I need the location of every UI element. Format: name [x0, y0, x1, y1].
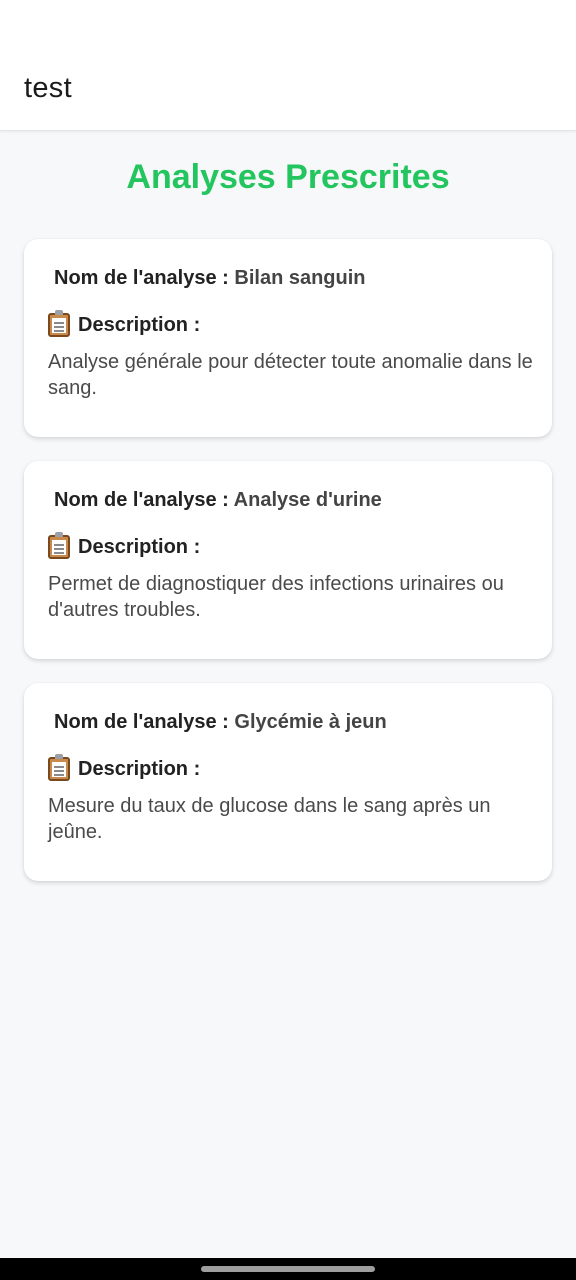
- description-text: Mesure du taux de glucose dans le sang a…: [48, 795, 491, 843]
- description-header: Description :: [48, 310, 201, 337]
- description-label: Description :: [78, 757, 201, 780]
- description-header: Description :: [48, 532, 201, 559]
- analysis-card: Nom de l'analyse : Glycémie à jeun Descr…: [24, 683, 552, 881]
- app-bar: test: [0, 0, 576, 131]
- clipboard-icon: [48, 754, 70, 781]
- description-label: Description :: [78, 535, 201, 558]
- screen: test Analyses Prescrites Nom de l'analys…: [0, 0, 576, 1280]
- home-gesture-handle[interactable]: [201, 1266, 375, 1272]
- analysis-name-label: Nom de l'analyse :: [54, 489, 229, 511]
- description-header: Description :: [48, 754, 201, 781]
- analysis-name-value: Analyse d'urine: [233, 489, 382, 511]
- app-title: test: [24, 72, 72, 104]
- analysis-card: Nom de l'analyse : Bilan sanguin Descrip…: [24, 239, 552, 437]
- analysis-name-line: Nom de l'analyse : Analyse d'urine: [54, 489, 382, 512]
- analysis-name-value: Glycémie à jeun: [234, 711, 387, 733]
- description-text: Permet de diagnostiquer des infections u…: [48, 573, 504, 621]
- analysis-card: Nom de l'analyse : Analyse d'urine Descr…: [24, 461, 552, 659]
- clipboard-icon: [48, 532, 70, 559]
- description-text: Analyse générale pour détecter toute ano…: [48, 351, 533, 399]
- clipboard-icon: [48, 310, 70, 337]
- analysis-name-value: Bilan sanguin: [234, 267, 366, 289]
- page-title: Analyses Prescrites: [126, 158, 450, 196]
- analysis-name-line: Nom de l'analyse : Bilan sanguin: [54, 267, 366, 290]
- description-label: Description :: [78, 313, 201, 336]
- analysis-name-label: Nom de l'analyse :: [54, 267, 229, 289]
- system-navigation-bar: [0, 1258, 576, 1280]
- analysis-name-line: Nom de l'analyse : Glycémie à jeun: [54, 711, 387, 734]
- analysis-name-label: Nom de l'analyse :: [54, 711, 229, 733]
